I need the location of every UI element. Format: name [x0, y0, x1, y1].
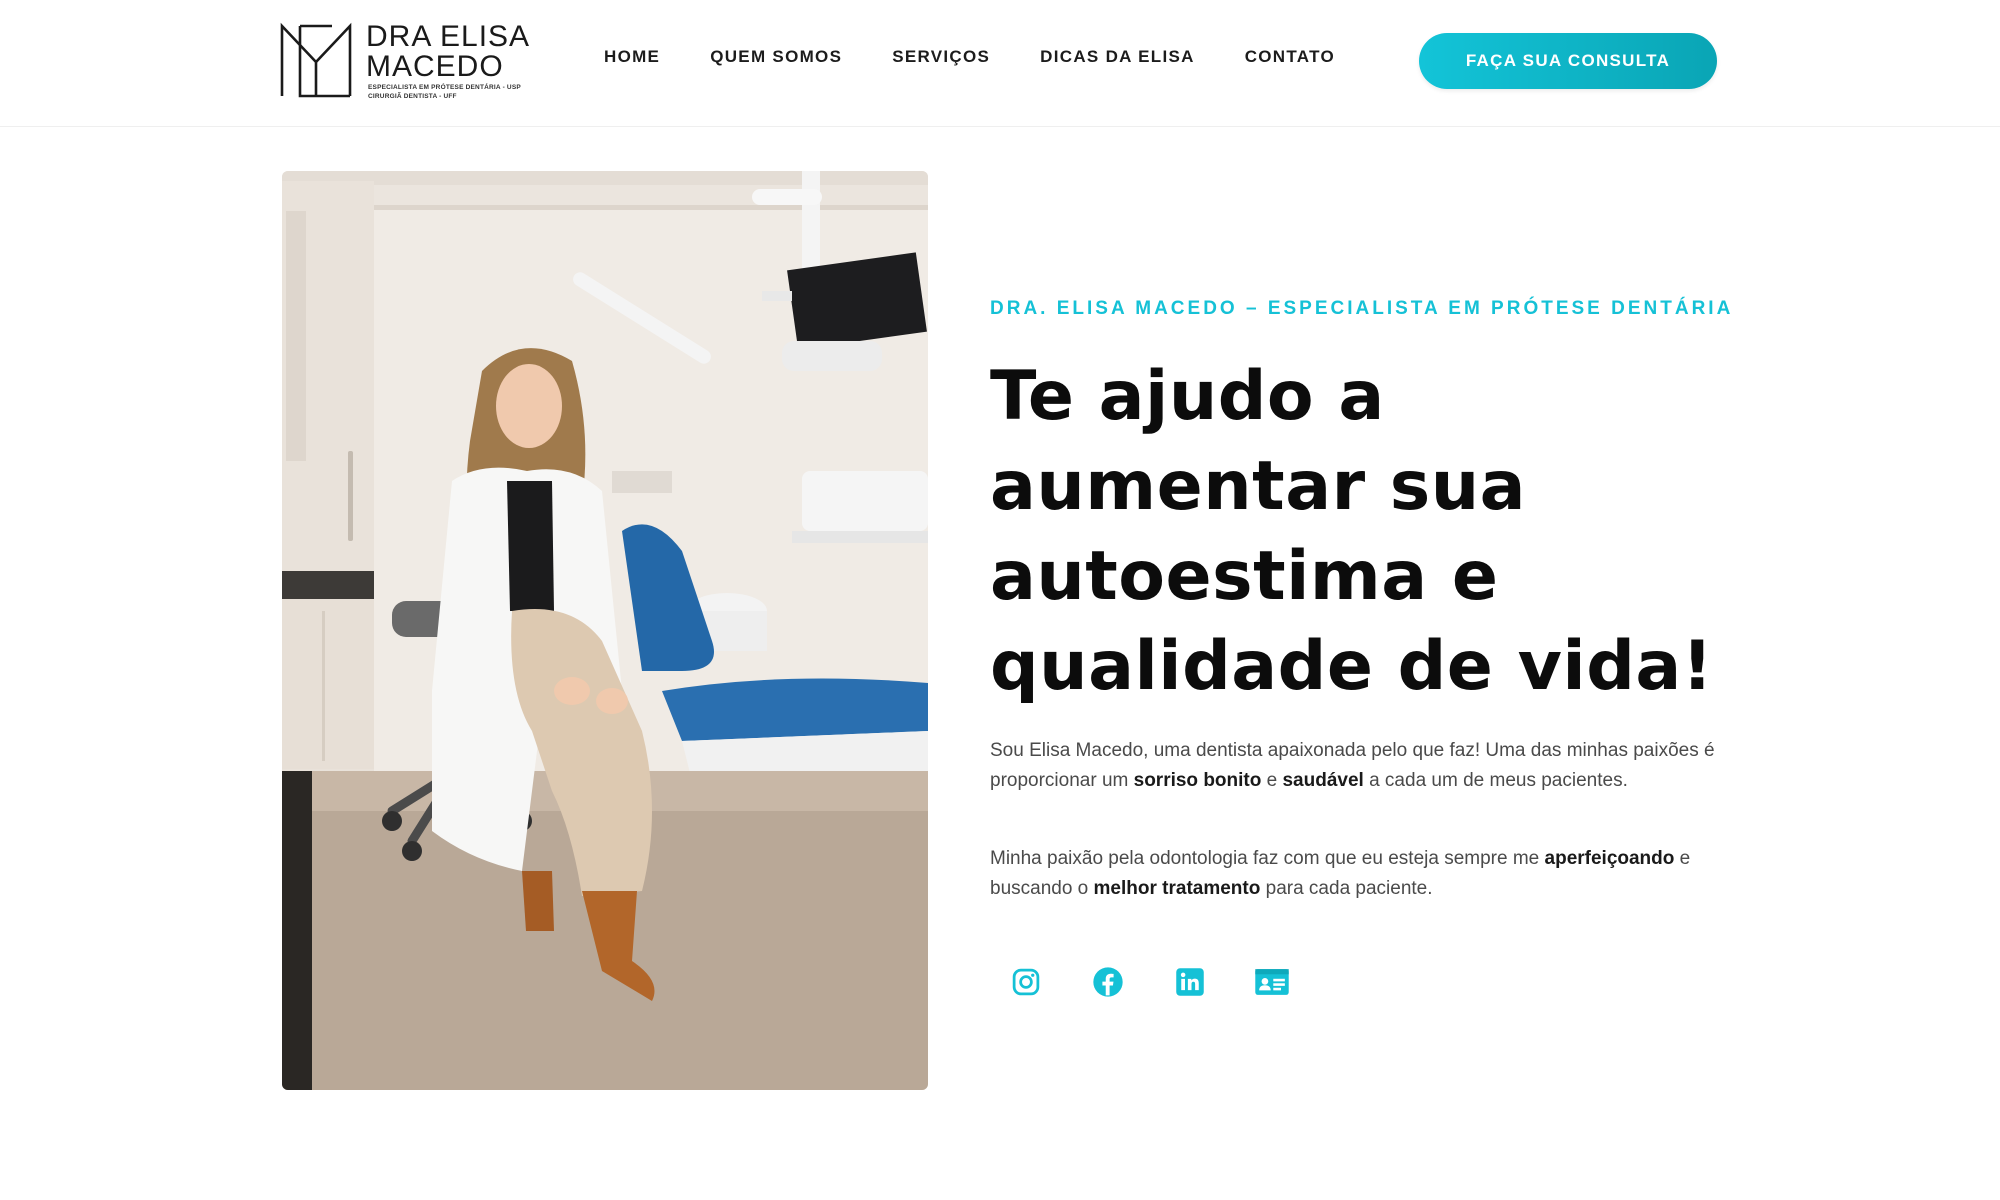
- contact-card-link[interactable]: [1254, 964, 1290, 1000]
- intro-text-2: e: [1261, 770, 1283, 791]
- linkedin-icon: [1176, 968, 1204, 996]
- nav-item-dicas-da-elisa[interactable]: DICAS DA ELISA: [1040, 47, 1195, 67]
- passion-text-3: para cada paciente.: [1260, 878, 1433, 899]
- passion-text-1: Minha paixão pela odontologia faz com qu…: [990, 848, 1545, 869]
- nav-item-contato[interactable]: CONTATO: [1245, 47, 1335, 67]
- intro-text-3: a cada um de meus pacientes.: [1363, 770, 1628, 791]
- book-consultation-button[interactable]: FAÇA SUA CONSULTA: [1419, 33, 1717, 89]
- passion-bold-2: melhor tratamento: [1093, 878, 1261, 899]
- hero-paragraph-passion: Minha paixão pela odontologia faz com qu…: [990, 844, 1730, 904]
- hero-headline-line1: Te ajudo a: [990, 357, 1385, 436]
- facebook-link[interactable]: [1090, 964, 1126, 1000]
- logo[interactable]: DRA ELISA MACEDO ESPECIALISTA EM PRÓTESE…: [280, 20, 540, 104]
- hero-headline-line2: aumentar sua: [990, 447, 1527, 526]
- logo-tagline-line1: ESPECIALISTA EM PRÓTESE DENTÁRIA - USP: [368, 84, 521, 91]
- logo-name-line1: DRA ELISA: [366, 20, 531, 53]
- hero-headline: Te ajudo a aumentar sua autoestima e qua…: [990, 352, 1730, 712]
- passion-bold-1: aperfeiçoando: [1544, 848, 1675, 869]
- hero-paragraph-intro: Sou Elisa Macedo, uma dentista apaixonad…: [990, 736, 1730, 796]
- instagram-link[interactable]: [1008, 964, 1044, 1000]
- main-nav: HOME QUEM SOMOS SERVIÇOS DICAS DA ELISA …: [604, 47, 1385, 67]
- linkedin-link[interactable]: [1172, 964, 1208, 1000]
- logo-tagline-line2: CIRURGIÃ DENTISTA - UFF: [368, 93, 457, 100]
- nav-item-servicos[interactable]: SERVIÇOS: [892, 47, 990, 67]
- site-header: DRA ELISA MACEDO ESPECIALISTA EM PRÓTESE…: [0, 0, 2000, 127]
- contact-card-icon: [1255, 969, 1289, 995]
- nav-item-home[interactable]: HOME: [604, 47, 660, 67]
- logo-name-line2: MACEDO: [366, 50, 504, 83]
- dentist-photo-illustration: [282, 171, 928, 1090]
- hero-eyebrow: DRA. ELISA MACEDO – ESPECIALISTA EM PRÓT…: [990, 298, 1734, 319]
- hero-headline-line3: autoestima e: [990, 537, 1499, 616]
- logo-monogram-icon: [280, 22, 352, 98]
- nav-item-quem-somos[interactable]: QUEM SOMOS: [710, 47, 842, 67]
- dentist-photo: [282, 171, 928, 1090]
- facebook-icon: [1093, 967, 1123, 997]
- hero-headline-line4: qualidade de vida!: [990, 627, 1714, 706]
- social-links: [1008, 964, 1290, 1000]
- intro-bold-1: sorriso bonito: [1133, 770, 1262, 791]
- intro-bold-2: saudável: [1282, 770, 1364, 791]
- instagram-icon: [1012, 968, 1040, 996]
